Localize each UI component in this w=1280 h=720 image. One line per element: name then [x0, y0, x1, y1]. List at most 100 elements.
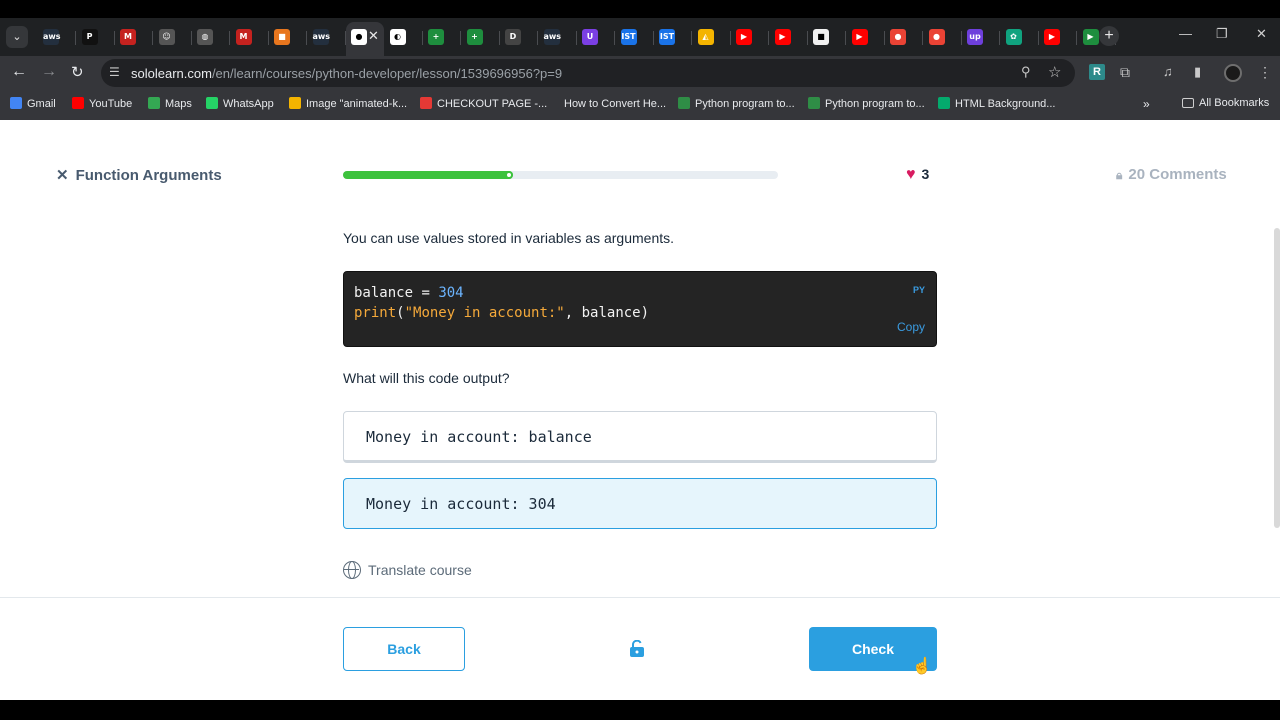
browser-tab[interactable]: D: [500, 22, 538, 52]
browser-tab[interactable]: M: [115, 22, 153, 52]
browser-tab[interactable]: up: [962, 22, 1000, 52]
likes-button[interactable]: ♥ 3: [906, 166, 929, 184]
media-control-icon[interactable]: ♫: [1163, 64, 1173, 79]
comments-button[interactable]: 🔒︎ 20 Comments: [1116, 166, 1227, 183]
bookmark-star-icon[interactable]: ☆: [1048, 63, 1061, 81]
browser-tab[interactable]: ☺: [154, 22, 192, 52]
bookmark-item[interactable]: Image "animated-k...: [289, 97, 407, 110]
footer-divider: [0, 597, 1280, 598]
browser-tab[interactable]: ▶: [770, 22, 808, 52]
bookmarks-overflow-icon[interactable]: »: [1143, 97, 1150, 111]
copy-code-button[interactable]: Copy: [897, 320, 925, 334]
code-content: balance = 304 print("Money in account:",…: [354, 283, 649, 323]
browser-tab[interactable]: ◍: [192, 22, 230, 52]
side-panel-icon[interactable]: ▮: [1194, 64, 1201, 80]
minimize-icon[interactable]: —: [1179, 26, 1192, 41]
lesson-page: ✕ Function Arguments ♥ 3 🔒︎ 20 Comments You…: [0, 120, 1280, 700]
browser-tab[interactable]: ● ✕: [346, 22, 384, 56]
browser-tab[interactable]: +: [423, 22, 461, 52]
bookmark-label: Image "animated-k...: [306, 98, 408, 110]
alpha-icon: [547, 97, 559, 109]
site-info-icon[interactable]: ☰: [109, 65, 120, 79]
lips-icon: [420, 97, 432, 109]
progress-knob: [505, 171, 513, 179]
address-bar[interactable]: ☰ sololearn.com/en/learn/courses/python-…: [101, 59, 1075, 87]
comments-label: 20 Comments: [1128, 166, 1227, 183]
bookmark-label: HTML Background...: [955, 98, 1056, 110]
sololearn-icon: ▶: [1082, 29, 1099, 45]
page-scrollbar[interactable]: [1274, 228, 1280, 528]
browser-tab[interactable]: ▶: [847, 22, 885, 52]
toggle-icon: ◐: [389, 29, 406, 45]
close-lesson-button[interactable]: ✕ Function Arguments: [56, 166, 222, 184]
browser-tab[interactable]: U: [577, 22, 615, 52]
bookmark-item[interactable]: HTML Background...: [938, 97, 1055, 110]
all-bookmarks-label: All Bookmarks: [1199, 97, 1270, 109]
answer-option[interactable]: Money in account: balance: [343, 411, 937, 463]
bookmark-item[interactable]: How to Convert He...: [547, 97, 666, 110]
back-button[interactable]: Back: [343, 627, 465, 671]
chatgpt-icon: ✿: [1005, 29, 1022, 45]
bookmark-item[interactable]: Python program to...: [808, 97, 925, 110]
browser-menu-icon[interactable]: ⋮: [1258, 64, 1272, 81]
profile-avatar[interactable]: [1224, 64, 1242, 82]
all-bookmarks-folder[interactable]: All Bookmarks: [1182, 97, 1269, 109]
bookmark-item[interactable]: WhatsApp: [206, 97, 274, 110]
answer-option-selected[interactable]: Money in account: 304: [343, 478, 937, 529]
code-token: "Money in account:": [404, 305, 565, 321]
unlock-icon[interactable]: [629, 639, 645, 663]
browser-tab[interactable]: ◐: [385, 22, 423, 52]
browser-tab[interactable]: IST: [616, 22, 654, 52]
browser-toolbar: ← → ↻ ☰ sololearn.com/en/learn/courses/p…: [0, 56, 1280, 90]
browser-tab[interactable]: aws: [38, 22, 76, 52]
browser-tab[interactable]: P: [77, 22, 115, 52]
browser-tab[interactable]: ▶: [1039, 22, 1077, 52]
window-close-icon[interactable]: ✕: [1256, 26, 1267, 42]
browser-tab[interactable]: ●: [924, 22, 962, 52]
browser-tab[interactable]: ■: [269, 22, 307, 52]
zoom-icon[interactable]: ⚲: [1021, 64, 1031, 80]
bookmark-label: Python program to...: [825, 98, 925, 110]
restore-icon[interactable]: ❐: [1216, 26, 1228, 42]
tab-close-icon[interactable]: ✕: [368, 28, 379, 44]
gmail-icon: [10, 97, 22, 109]
browser-tab[interactable]: ▶: [731, 22, 769, 52]
back-arrow-icon[interactable]: ←: [11, 63, 27, 81]
browser-tab[interactable]: ✿: [1001, 22, 1039, 52]
bookmark-item[interactable]: CHECKOUT PAGE -...: [420, 97, 547, 110]
extension-r-icon[interactable]: R: [1089, 64, 1105, 80]
whatsapp-icon: [206, 97, 218, 109]
browser-tab[interactable]: ●: [885, 22, 923, 52]
bookmark-item[interactable]: Python program to...: [678, 97, 795, 110]
new-tab-plus-icon[interactable]: +: [1099, 26, 1119, 46]
code-token: (: [396, 305, 405, 321]
translate-course-link[interactable]: Translate course: [343, 561, 472, 579]
bookmark-item[interactable]: Maps: [148, 97, 192, 110]
browser-tab[interactable]: M: [231, 22, 269, 52]
browser-tab[interactable]: aws: [539, 22, 577, 52]
tab-search-chevron-icon[interactable]: ⌄: [6, 26, 28, 48]
bookmark-item[interactable]: YouTube: [72, 97, 132, 110]
w3-icon: [938, 97, 950, 109]
aws-icon: aws: [43, 29, 61, 45]
browser-tab[interactable]: aws: [308, 22, 346, 52]
extensions-puzzle-icon[interactable]: ⧉: [1120, 64, 1130, 81]
browser-tab[interactable]: ■: [808, 22, 846, 52]
sheets-icon: +: [428, 29, 444, 45]
reload-icon[interactable]: ↻: [71, 63, 84, 81]
forward-arrow-icon[interactable]: →: [41, 63, 57, 81]
bookmark-label: YouTube: [89, 98, 133, 110]
browser-tab[interactable]: +: [462, 22, 500, 52]
bookmark-item[interactable]: Gmail: [10, 97, 56, 110]
p-icon: P: [81, 29, 98, 45]
aws-icon: aws: [312, 29, 330, 45]
url-text[interactable]: sololearn.com/en/learn/courses/python-de…: [131, 66, 562, 81]
bookmark-label: How to Convert He...: [564, 98, 667, 110]
browser-tab[interactable]: IST: [654, 22, 692, 52]
robot-icon: ☺: [158, 29, 175, 45]
close-icon: ✕: [56, 167, 69, 184]
box-icon: ■: [274, 29, 290, 45]
browser-tab[interactable]: ◭: [693, 22, 731, 52]
sheets-icon: +: [466, 29, 483, 45]
folder-icon: [1182, 98, 1194, 108]
